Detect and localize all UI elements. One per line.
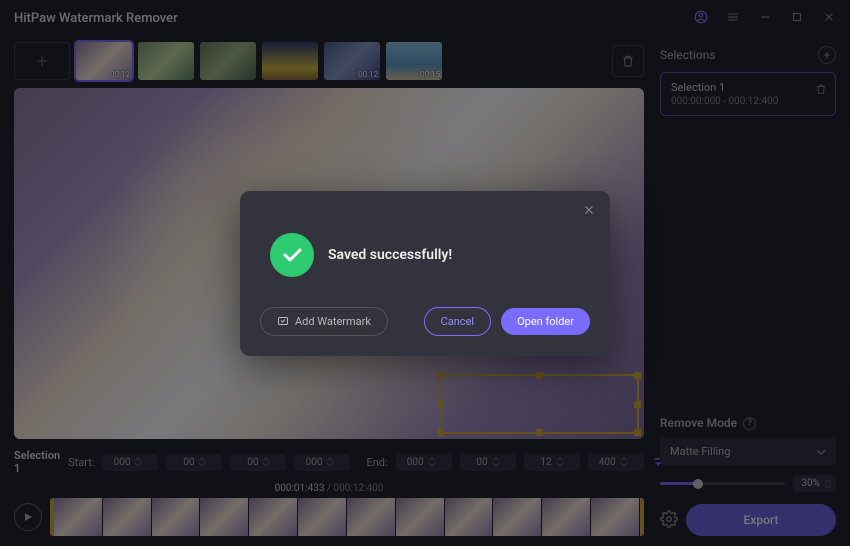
add-watermark-button[interactable]: Add Watermark [260, 307, 388, 336]
open-folder-button[interactable]: Open folder [501, 308, 590, 335]
saved-modal: Saved successfully! Add Watermark Cancel… [240, 191, 610, 356]
modal-message: Saved successfully! [328, 247, 452, 263]
cancel-button[interactable]: Cancel [424, 307, 491, 336]
modal-scrim: Saved successfully! Add Watermark Cancel… [0, 0, 850, 546]
modal-close-icon[interactable] [582, 203, 596, 220]
success-check-icon [270, 233, 314, 277]
